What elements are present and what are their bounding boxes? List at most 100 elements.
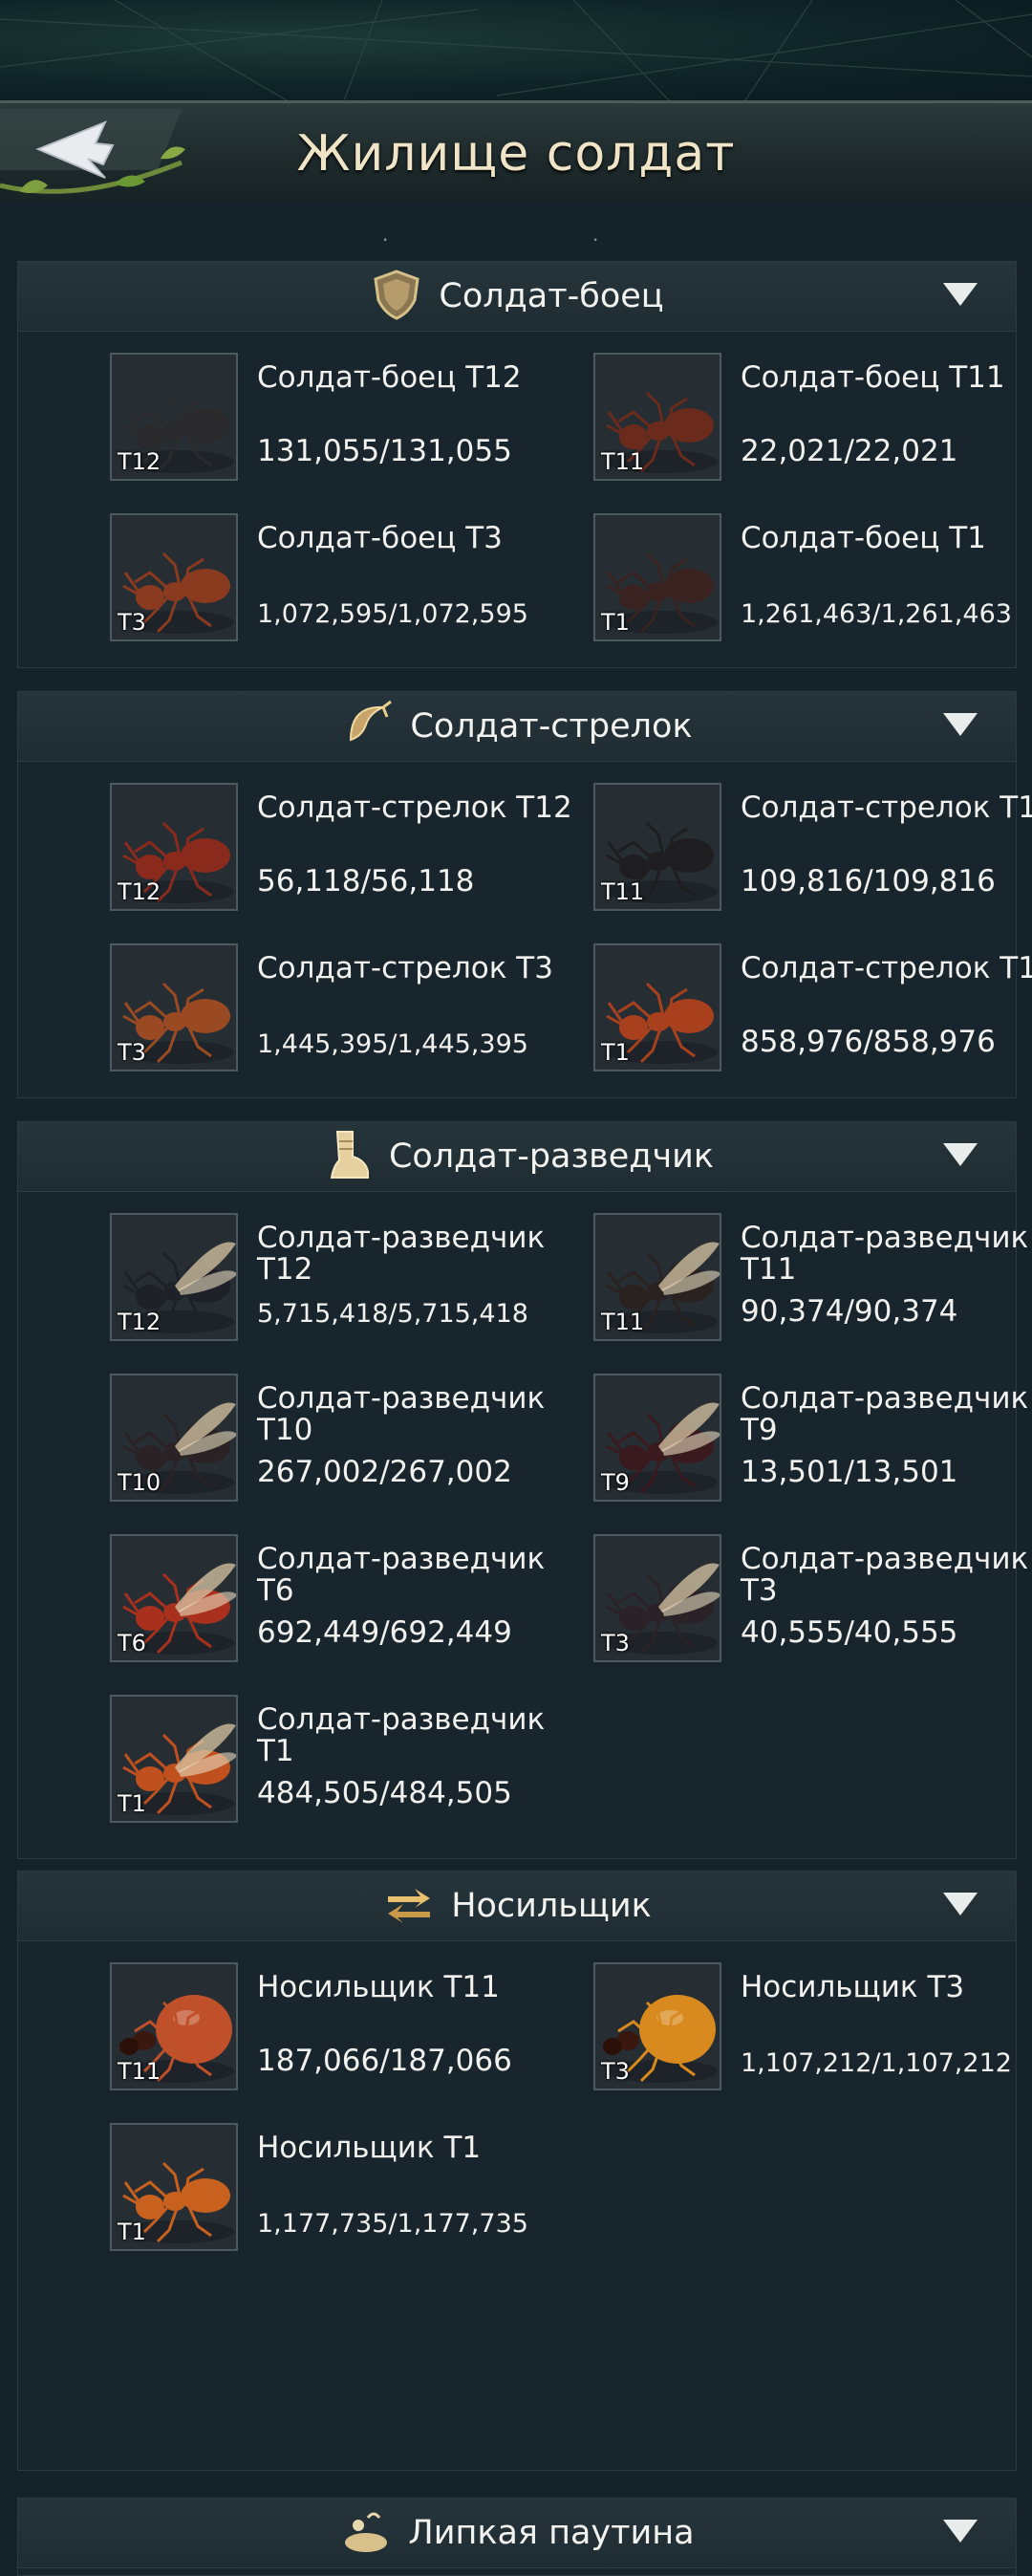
chevron-down-icon[interactable] [943,1143,978,1166]
section-0: Солдат-боец T12 Солдат-боец Т12 131,055/… [17,261,1017,668]
unit-card[interactable]: T12 Солдат-боец Т12 131,055/131,055 [18,353,522,487]
chevron-down-icon[interactable] [943,1893,978,1916]
unit-image: T9 [593,1374,721,1502]
section-header[interactable]: Носильщик [18,1872,1016,1941]
unit-count: 22,021/22,021 [741,434,958,468]
unit-name: Солдат-стрелок Т11 [741,790,1032,825]
unit-name: Солдат-разведчик Т3 [741,1542,1029,1608]
shield-icon [370,268,439,325]
unit-image: T1 [593,513,721,641]
unit-count: 40,555/40,555 [741,1615,958,1650]
section-header[interactable]: Солдат-стрелок [18,692,1016,762]
unit-count: 1,445,395/1,445,395 [257,1029,528,1059]
tier-label: T1 [118,2219,146,2245]
unit-card[interactable]: T3 Солдат-боец Т3 1,072,595/1,072,595 [18,513,528,647]
section-4: Липкая паутина [17,2498,1017,2576]
section-header[interactable]: Солдат-разведчик [18,1122,1016,1192]
unit-count: 131,055/131,055 [257,434,512,468]
unit-count: 109,816/109,816 [741,864,996,898]
unit-image: T3 [593,1962,721,2090]
decor-dots: · · [382,228,389,274]
tier-label: T12 [118,448,161,475]
unit-card[interactable]: T1 Солдат-разведчик Т1 484,505/484,505 [18,1695,545,1829]
unit-card[interactable]: T11 Солдат-разведчик Т11 90,374/90,374 [502,1213,1028,1347]
unit-name: Солдат-разведчик Т9 [741,1381,1029,1447]
chevron-down-icon[interactable] [943,2520,978,2543]
tier-label: T12 [118,878,161,905]
unit-count: 187,066/187,066 [257,2044,512,2078]
unit-name: Солдат-стрелок Т1 [741,951,1032,985]
tier-label: T6 [118,1630,146,1656]
tier-label: T3 [118,1039,146,1066]
unit-card[interactable]: T10 Солдат-разведчик Т10 267,002/267,002 [18,1374,545,1507]
section-3: Носильщик T11 Носильщик Т11 187,066/187,… [17,1871,1017,2471]
unit-card[interactable]: T12 Солдат-разведчик Т12 5,715,418/5,715… [18,1213,545,1347]
unit-card[interactable]: T3 Солдат-разведчик Т3 40,555/40,555 [502,1534,1028,1668]
tier-label: T3 [601,1630,630,1656]
page-title: Жилище солдат [296,125,736,183]
unit-image: T11 [593,1213,721,1341]
section-title: Носильщик [451,1887,652,1925]
tier-label: T11 [601,878,645,905]
web-icon [339,2504,408,2562]
unit-image: T1 [110,2123,238,2251]
unit-image: T11 [110,1962,238,2090]
tier-label: T11 [601,1309,645,1335]
unit-card[interactable]: T3 Солдат-стрелок Т3 1,445,395/1,445,395 [18,943,553,1077]
unit-image: T1 [593,943,721,1072]
unit-count: 5,715,418/5,715,418 [257,1299,528,1329]
boot-icon [320,1128,389,1185]
unit-count: 858,976/858,976 [741,1025,996,1059]
section-title: Солдат-разведчик [388,1137,715,1176]
unit-card[interactable]: T9 Солдат-разведчик Т9 13,501/13,501 [502,1374,1028,1507]
unit-count: 1,072,595/1,072,595 [257,599,528,629]
unit-image: T3 [593,1534,721,1662]
unit-count: 692,449/692,449 [257,1615,512,1650]
section-header[interactable]: Липкая паутина [18,2499,1016,2568]
unit-name: Солдат-разведчик Т1 [257,1702,546,1768]
section-header[interactable]: Солдат-боец [18,262,1016,332]
transfer-arrows-icon [382,1877,451,1935]
unit-card[interactable]: T11 Носильщик Т11 187,066/187,066 [18,1962,512,2096]
decor-dots: · · [592,228,599,274]
unit-image: T6 [110,1534,238,1662]
unit-image: T1 [110,1695,238,1823]
section-title: Липкая паутина [408,2514,695,2552]
web-pattern [0,0,1032,100]
section-title: Солдат-боец [439,277,664,315]
section-1: Солдат-стрелок T12 Солдат-стрелок Т12 56… [17,691,1032,1098]
unit-name: Носильщик Т3 [741,1970,965,2004]
tier-label: T11 [118,2058,161,2085]
bow-icon [341,698,410,755]
unit-count: 267,002/267,002 [257,1455,512,1489]
tier-label: T3 [118,609,146,636]
unit-card[interactable]: T3 Носильщик Т3 1,107,212/1,107,212 [502,1962,1012,2096]
unit-image: T12 [110,783,238,911]
unit-count: 484,505/484,505 [257,1776,512,1810]
unit-count: 1,177,735/1,177,735 [257,2209,528,2239]
unit-name: Солдат-боец Т1 [741,521,986,555]
chevron-down-icon[interactable] [943,283,978,306]
content-area: · · · · Солдат-боец T12 Солдат-боец Т12 … [0,202,1032,2576]
unit-card[interactable]: T1 Солдат-стрелок Т1 858,976/858,976 [502,943,1032,1077]
unit-image: T10 [110,1374,238,1502]
unit-card[interactable]: T6 Солдат-разведчик Т6 692,449/692,449 [18,1534,545,1668]
unit-name: Солдат-разведчик Т11 [741,1221,1029,1287]
tier-label: T1 [118,1790,146,1817]
unit-card[interactable]: T1 Носильщик Т1 1,177,735/1,177,735 [18,2123,528,2257]
tier-label: T3 [601,2058,630,2085]
unit-image: T3 [110,513,238,641]
chevron-down-icon[interactable] [943,713,978,736]
unit-card[interactable]: T11 Солдат-боец Т11 22,021/22,021 [502,353,1005,487]
unit-count: 56,118/56,118 [257,864,475,898]
tier-label: T1 [601,1039,630,1066]
section-title: Солдат-стрелок [410,707,693,746]
unit-card[interactable]: T1 Солдат-боец Т1 1,261,463/1,261,463 [502,513,1012,647]
header-bar: Жилище солдат [0,100,1032,206]
tier-label: T12 [118,1309,161,1335]
unit-card[interactable]: T12 Солдат-стрелок Т12 56,118/56,118 [18,783,572,917]
unit-image: T11 [593,353,721,481]
unit-card[interactable]: T11 Солдат-стрелок Т11 109,816/109,816 [502,783,1032,917]
unit-image: T11 [593,783,721,911]
unit-image: T12 [110,353,238,481]
